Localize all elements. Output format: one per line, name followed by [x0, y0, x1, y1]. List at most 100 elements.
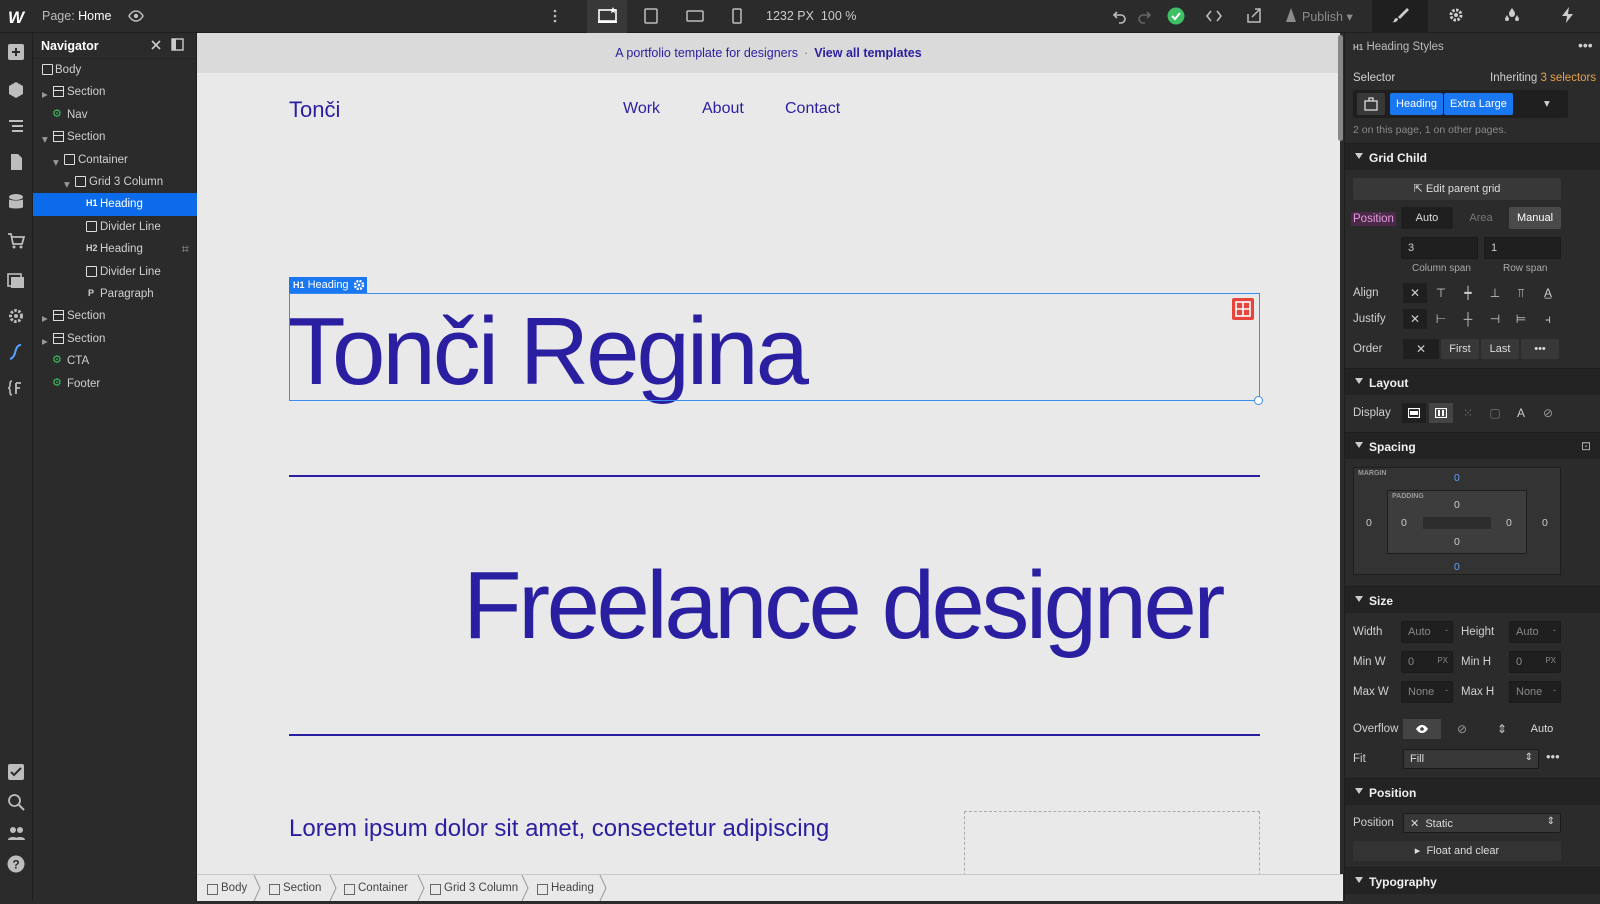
lightning-panel-tab[interactable] [1540, 0, 1596, 33]
nav-item-grid[interactable]: ▾ Grid 3 Column [33, 171, 197, 194]
selector-tag-heading[interactable]: Heading [1390, 93, 1443, 115]
typography-section-header[interactable]: Typography [1345, 867, 1600, 894]
cart-icon[interactable] [7, 232, 26, 250]
nav-item-divider-line[interactable]: Divider Line [33, 261, 197, 284]
caret-right-icon[interactable]: ▸ [42, 311, 50, 325]
display-grid-icon[interactable]: ⁙ [1456, 403, 1480, 423]
style-manager-icon[interactable] [7, 343, 25, 361]
padding-bottom-value[interactable]: 0 [1454, 536, 1460, 548]
display-inline-block-icon[interactable]: ▢ [1483, 403, 1507, 423]
nav-item-section[interactable]: ▸ Section [33, 305, 197, 328]
search-icon[interactable] [7, 793, 25, 811]
breadcrumb-heading[interactable]: Heading [535, 882, 594, 895]
assets-icon[interactable] [7, 271, 25, 289]
more-options-icon[interactable]: ••• [1546, 749, 1560, 764]
selector-tag-extra-large[interactable]: Extra Large [1444, 93, 1513, 115]
breadcrumb-body[interactable]: Body [205, 882, 247, 895]
mobile-landscape-icon[interactable] [686, 7, 704, 25]
overflow-scroll-icon[interactable]: ⇕ [1483, 719, 1521, 739]
more-options-icon[interactable]: ••• [1578, 37, 1593, 53]
layout-section-header[interactable]: Layout [1345, 368, 1600, 395]
justify-center-icon[interactable]: ┼ [1456, 309, 1480, 329]
margin-box[interactable]: MARGIN 0 0 0 0 PADDING 0 0 0 0 [1353, 467, 1561, 575]
chevron-down-icon[interactable]: ▾ [1544, 96, 1550, 110]
display-none-icon[interactable]: ⊘ [1536, 403, 1560, 423]
caret-right-icon[interactable]: ▸ [42, 87, 50, 101]
min-height-input[interactable]: 0 PX [1509, 651, 1561, 673]
align-end-icon[interactable]: ⊥ [1483, 283, 1507, 303]
justify-none-icon[interactable]: ✕ [1403, 309, 1427, 329]
grid-child-section-header[interactable]: Grid Child [1345, 143, 1600, 170]
align-start-icon[interactable]: ⊤ [1429, 283, 1453, 303]
navigator-icon[interactable] [7, 117, 25, 135]
style-panel-tab[interactable] [1372, 0, 1428, 33]
padding-box[interactable]: PADDING 0 0 0 0 [1387, 490, 1527, 554]
database-icon[interactable] [7, 193, 25, 211]
align-center-icon[interactable]: ┿ [1456, 283, 1480, 303]
subheading[interactable]: Freelance designer [463, 551, 1225, 661]
users-icon[interactable] [7, 824, 25, 842]
design-canvas[interactable]: A portfolio template for designers · View … [197, 33, 1340, 874]
selector-state-icon[interactable] [1357, 93, 1385, 115]
intro-paragraph[interactable]: Lorem ipsum dolor sit amet, consectetur … [289, 815, 829, 843]
selected-element-tag[interactable]: H1 Heading [289, 277, 355, 293]
edit-parent-grid-button[interactable]: ⇱ Edit parent grid [1353, 178, 1561, 200]
margin-top-value[interactable]: 0 [1454, 472, 1460, 484]
justify-end-icon[interactable]: ⊣ [1483, 309, 1507, 329]
order-last[interactable]: Last [1481, 339, 1519, 359]
padding-right-value[interactable]: 0 [1506, 517, 1512, 529]
site-logo[interactable]: Tonči [289, 97, 340, 123]
align-baseline-icon[interactable]: A̲ [1536, 283, 1560, 303]
nav-item-cta[interactable]: ⚙ CTA [33, 350, 197, 373]
order-first[interactable]: First [1441, 339, 1479, 359]
breakpoint-desktop-button[interactable] [587, 0, 627, 33]
more-vertical-icon[interactable] [546, 7, 564, 25]
caret-down-icon[interactable]: ▾ [42, 132, 50, 146]
position-section-header[interactable]: Position [1345, 778, 1600, 805]
caret-right-icon[interactable]: ▸ [42, 334, 50, 348]
justify-auto-icon[interactable]: ⫞ [1536, 309, 1560, 329]
position-select[interactable]: ✕ Static ⇕ [1403, 813, 1561, 833]
position-auto[interactable]: Auto [1401, 207, 1453, 229]
caret-down-icon[interactable]: ▾ [53, 155, 61, 169]
nav-item-section[interactable]: ▸ Section [33, 81, 197, 104]
padding-left-value[interactable]: 0 [1401, 517, 1407, 529]
undo-icon[interactable] [1111, 7, 1129, 25]
display-block-icon[interactable] [1402, 403, 1426, 423]
dock-panel-icon[interactable] [171, 38, 184, 54]
align-none-icon[interactable]: ✕ [1403, 283, 1427, 303]
overflow-hidden-icon[interactable]: ⊘ [1443, 719, 1481, 739]
site-nav-work[interactable]: Work [623, 100, 660, 118]
position-manual[interactable]: Manual [1509, 207, 1561, 229]
nav-item-paragraph[interactable]: P Paragraph [33, 283, 197, 306]
check-circle-icon[interactable] [1167, 7, 1185, 25]
nav-item-divider-line[interactable]: Divider Line [33, 216, 197, 239]
height-input[interactable]: Auto - [1509, 621, 1561, 643]
nav-item-nav[interactable]: ⚙ Nav [33, 104, 197, 127]
order-none-icon[interactable]: ✕ [1403, 339, 1439, 359]
export-icon[interactable] [1245, 7, 1263, 25]
caret-down-icon[interactable]: ▾ [64, 177, 72, 191]
mobile-portrait-icon[interactable] [728, 7, 746, 25]
size-section-header[interactable]: Size [1345, 586, 1600, 613]
spacing-preset-icon[interactable]: ⊡ [1581, 439, 1591, 453]
interactions-panel-tab[interactable] [1484, 0, 1540, 33]
variables-icon[interactable] [7, 379, 25, 397]
justify-stretch-icon[interactable]: ⊨ [1509, 309, 1533, 329]
margin-right-value[interactable]: 0 [1542, 517, 1548, 529]
width-input[interactable]: Auto - [1401, 621, 1453, 643]
justify-start-icon[interactable]: ⊢ [1429, 309, 1453, 329]
settings-icon[interactable] [7, 307, 25, 325]
spacing-section-header[interactable]: Spacing ⊡ [1345, 432, 1600, 459]
grid-child-icon[interactable] [1232, 298, 1254, 320]
row-span-input[interactable]: 1 [1484, 237, 1561, 259]
display-inline-icon[interactable]: A [1509, 403, 1533, 423]
fit-select[interactable]: Fill ⇕ [1403, 749, 1539, 769]
breadcrumb-container[interactable]: Container [342, 882, 408, 895]
view-all-templates-link[interactable]: View all templates [814, 46, 921, 60]
inheriting-info[interactable]: Inheriting 3 selectors [1490, 72, 1596, 84]
checklist-icon[interactable] [7, 763, 25, 781]
element-settings-icon[interactable] [351, 277, 367, 293]
breadcrumb-section[interactable]: Section [267, 882, 321, 895]
canvas-scrollbar[interactable] [1338, 35, 1343, 141]
